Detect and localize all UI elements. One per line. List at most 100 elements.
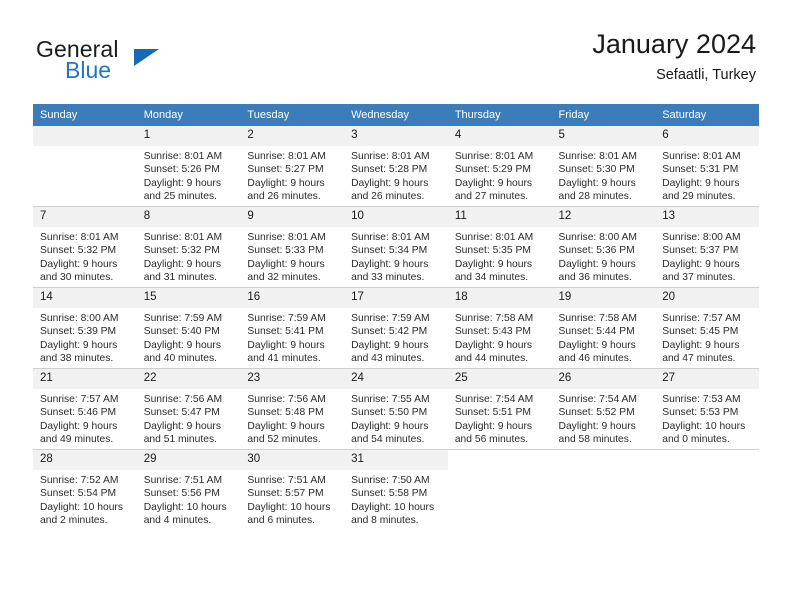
daylight-text-line1: Daylight: 10 hours [247,501,331,513]
day-details: Sunrise: 7:56 AM Sunset: 5:47 PM Daylight:… [137,389,241,447]
day-number: 17 [344,288,448,308]
sunrise-text: Sunrise: 8:01 AM [558,151,637,162]
daylight-text-line1: Daylight: 9 hours [40,339,118,351]
calendar-day-cell[interactable]: 4 Sunrise: 8:01 AM Sunset: 5:29 PM Daylight… [447,126,552,207]
calendar-week-row: 28 Sunrise: 7:52 AM Sunset: 5:54 PM Dayligh… [33,449,759,530]
calendar-day-cell[interactable]: 24 Sunrise: 7:55 AM Sunset: 5:50 PM Dayligh… [344,368,448,450]
sunset-text: Sunset: 5:52 PM [558,407,635,419]
page-header: General Blue January 2024 Sefaatli, Turk… [0,0,792,100]
calendar-day-cell[interactable]: 20 Sunrise: 7:57 AM Sunset: 5:45 PM Dayligh… [655,287,759,369]
day-number: 19 [551,288,656,308]
day-number: 29 [136,450,241,470]
calendar-day-cell[interactable]: 13 Sunrise: 8:00 AM Sunset: 5:37 PM Dayligh… [655,206,759,288]
daylight-text-line1: Daylight: 9 hours [40,258,118,270]
calendar-day-cell[interactable]: 22 Sunrise: 7:56 AM Sunset: 5:47 PM Dayligh… [136,368,241,450]
calendar-day-cell[interactable]: 31 Sunrise: 7:50 AM Sunset: 5:58 PM Dayligh… [344,449,448,530]
page-subtitle: Sefaatli, Turkey [656,67,756,83]
sunrise-text: Sunrise: 8:01 AM [40,232,119,243]
sunrise-text: Sunrise: 8:01 AM [454,151,534,162]
logo-triangle-icon [134,49,159,66]
daylight-text-line2: and 52 minutes. [247,434,321,446]
daylight-text-line1: Daylight: 9 hours [40,420,118,432]
calendar-day-cell[interactable]: 12 Sunrise: 8:00 AM Sunset: 5:36 PM Dayligh… [551,206,656,288]
calendar-day-cell[interactable]: 17 Sunrise: 7:59 AM Sunset: 5:42 PM Dayligh… [344,287,448,369]
calendar-day-cell[interactable]: 8 Sunrise: 8:01 AM Sunset: 5:32 PM Daylight… [136,206,241,288]
calendar-day-cell[interactable]: 25 Sunrise: 7:54 AM Sunset: 5:51 PM Dayligh… [447,368,552,450]
day-details: Sunrise: 8:01 AM Sunset: 5:31 PM Daylight:… [655,146,759,204]
day-details: Sunrise: 8:01 AM Sunset: 5:35 PM Daylight:… [448,227,552,285]
daylight-text-line2: and 40 minutes. [143,353,217,365]
day-details: Sunrise: 7:54 AM Sunset: 5:52 PM Daylight:… [552,389,656,447]
day-number: 21 [33,369,137,389]
sunrise-text: Sunrise: 7:52 AM [40,475,119,486]
day-details: Sunrise: 8:01 AM Sunset: 5:29 PM Daylight:… [448,146,552,204]
day-details: Sunrise: 7:51 AM Sunset: 5:57 PM Daylight:… [240,470,344,528]
calendar-empty-cell [655,449,759,530]
weekday-header-tuesday: Tuesday [240,104,345,126]
day-details: Sunrise: 7:55 AM Sunset: 5:50 PM Daylight:… [344,389,448,447]
weekday-header-saturday: Saturday [655,104,759,126]
sunrise-text: Sunrise: 7:54 AM [558,394,637,405]
daylight-text-line1: Daylight: 9 hours [558,177,636,189]
daylight-text-line2: and 4 minutes. [143,515,212,527]
daylight-text-line2: and 2 minutes. [40,515,108,527]
day-number: 4 [447,126,552,146]
day-details: Sunrise: 7:59 AM Sunset: 5:40 PM Daylight:… [137,308,241,366]
sunset-text: Sunset: 5:29 PM [454,164,531,176]
day-details: Sunrise: 7:53 AM Sunset: 5:53 PM Daylight:… [655,389,759,447]
calendar-week-row: 7 Sunrise: 8:01 AM Sunset: 5:32 PM Daylight… [33,206,759,288]
day-number: 14 [33,288,137,308]
daylight-text-line1: Daylight: 9 hours [351,420,429,432]
calendar-empty-cell [447,449,552,530]
daylight-text-line1: Daylight: 9 hours [662,258,740,270]
calendar-day-cell[interactable]: 26 Sunrise: 7:54 AM Sunset: 5:52 PM Dayligh… [551,368,656,450]
calendar-day-cell[interactable]: 16 Sunrise: 7:59 AM Sunset: 5:41 PM Dayligh… [240,287,345,369]
calendar-day-cell[interactable]: 30 Sunrise: 7:51 AM Sunset: 5:57 PM Dayligh… [240,449,345,530]
day-number: 28 [33,450,137,470]
daylight-text-line2: and 47 minutes. [662,353,736,365]
sunset-text: Sunset: 5:40 PM [143,326,220,338]
calendar-day-cell[interactable]: 11 Sunrise: 8:01 AM Sunset: 5:35 PM Dayligh… [447,206,552,288]
calendar-day-cell[interactable]: 28 Sunrise: 7:52 AM Sunset: 5:54 PM Dayligh… [33,449,137,530]
daylight-text-line1: Daylight: 9 hours [454,177,533,189]
sunrise-text: Sunrise: 8:01 AM [351,232,430,243]
calendar-day-cell[interactable]: 21 Sunrise: 7:57 AM Sunset: 5:46 PM Dayligh… [33,368,137,450]
sunrise-text: Sunrise: 7:50 AM [351,475,430,486]
sunset-text: Sunset: 5:50 PM [351,407,428,419]
calendar-day-cell[interactable]: 14 Sunrise: 8:00 AM Sunset: 5:39 PM Dayligh… [33,287,137,369]
calendar-day-cell[interactable]: 5 Sunrise: 8:01 AM Sunset: 5:30 PM Daylight… [551,126,656,207]
day-number [551,450,656,470]
title-block: January 2024 Sefaatli, Turkey [592,28,756,85]
day-details: Sunrise: 8:00 AM Sunset: 5:37 PM Daylight:… [655,227,759,285]
calendar-day-cell[interactable]: 1 Sunrise: 8:01 AM Sunset: 5:26 PM Daylight… [136,126,241,207]
calendar-week-row: 14 Sunrise: 8:00 AM Sunset: 5:39 PM Dayligh… [33,287,759,369]
calendar-day-cell[interactable]: 10 Sunrise: 8:01 AM Sunset: 5:34 PM Dayligh… [344,206,448,288]
calendar-day-cell[interactable]: 23 Sunrise: 7:56 AM Sunset: 5:48 PM Dayligh… [240,368,345,450]
day-details: Sunrise: 7:52 AM Sunset: 5:54 PM Daylight:… [33,470,137,528]
calendar-day-cell[interactable]: 2 Sunrise: 8:01 AM Sunset: 5:27 PM Daylight… [240,126,345,207]
calendar-day-cell[interactable]: 15 Sunrise: 7:59 AM Sunset: 5:40 PM Dayligh… [136,287,241,369]
general-blue-logo[interactable]: General Blue [36,36,256,88]
calendar-day-cell[interactable]: 7 Sunrise: 8:01 AM Sunset: 5:32 PM Daylight… [33,206,137,288]
sunset-text: Sunset: 5:26 PM [143,164,220,176]
sunset-text: Sunset: 5:41 PM [247,326,324,338]
day-details: Sunrise: 8:00 AM Sunset: 5:36 PM Daylight:… [552,227,656,285]
daylight-text-line1: Daylight: 9 hours [454,258,533,270]
daylight-text-line2: and 54 minutes. [351,434,425,446]
day-details: Sunrise: 7:58 AM Sunset: 5:43 PM Daylight:… [448,308,552,366]
calendar-day-cell[interactable]: 27 Sunrise: 7:53 AM Sunset: 5:53 PM Dayligh… [655,368,759,450]
sunrise-text: Sunrise: 7:59 AM [247,313,326,324]
calendar-day-cell[interactable]: 6 Sunrise: 8:01 AM Sunset: 5:31 PM Daylight… [655,126,759,207]
sunset-text: Sunset: 5:33 PM [247,245,324,257]
sunrise-text: Sunrise: 7:56 AM [143,394,223,405]
day-number [447,450,552,470]
day-number: 30 [240,450,345,470]
calendar-day-cell[interactable]: 29 Sunrise: 7:51 AM Sunset: 5:56 PM Dayligh… [136,449,241,530]
calendar-day-cell[interactable]: 19 Sunrise: 7:58 AM Sunset: 5:44 PM Dayligh… [551,287,656,369]
daylight-text-line2: and 34 minutes. [454,272,529,284]
calendar-day-cell[interactable]: 9 Sunrise: 8:01 AM Sunset: 5:33 PM Daylight… [240,206,345,288]
calendar-day-cell[interactable]: 3 Sunrise: 8:01 AM Sunset: 5:28 PM Daylight… [344,126,448,207]
calendar-day-cell[interactable]: 18 Sunrise: 7:58 AM Sunset: 5:43 PM Dayligh… [447,287,552,369]
daylight-text-line1: Daylight: 9 hours [351,258,429,270]
sunrise-text: Sunrise: 7:59 AM [351,313,430,324]
